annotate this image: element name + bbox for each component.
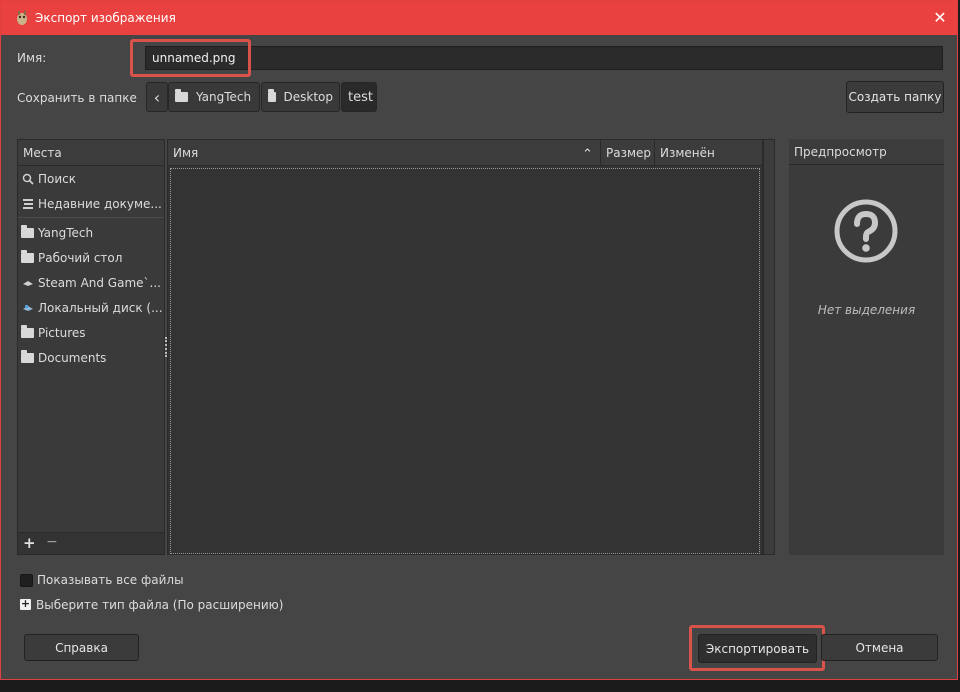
show-all-files-label: Показывать все файлы (37, 573, 184, 587)
folder-icon (268, 89, 276, 102)
create-folder-button[interactable]: Создать папку (846, 81, 944, 113)
question-mark-icon (834, 199, 898, 263)
file-type-label[interactable]: Выберите тип файла (По расширению) (36, 598, 283, 612)
folder-icon (21, 250, 34, 265)
place-label: Pictures (38, 326, 86, 340)
preview-panel: Предпросмотр Нет выделения (789, 139, 944, 555)
places-panel: Места Поиск Недавние докуме... YangTech … (17, 139, 165, 555)
places-separator (18, 217, 164, 218)
save-in-label: Сохранить в папке (17, 91, 137, 105)
place-label: Поиск (38, 172, 77, 186)
title-bar: Экспорт изображения ✕ (1, 1, 957, 35)
place-recent[interactable]: Недавние докуме... (18, 192, 164, 216)
place-label: YangTech (38, 226, 94, 240)
path-crumb-desktop[interactable]: Desktop (261, 82, 340, 112)
column-modified-header[interactable]: Изменён (655, 140, 762, 166)
folder-icon (21, 225, 34, 240)
places-toolbar: + − (18, 532, 164, 554)
place-label: Documents (38, 351, 107, 365)
folder-icon (21, 325, 34, 340)
add-bookmark-button[interactable]: + (23, 534, 36, 552)
column-name-label: Имя (173, 146, 199, 160)
file-list-scrollbar[interactable] (763, 139, 775, 555)
recent-icon (21, 198, 34, 211)
help-button[interactable]: Справка (24, 634, 139, 661)
export-button[interactable]: Экспортировать (698, 634, 817, 663)
places-header: Места (18, 140, 164, 166)
place-label: Steam And Game`... (38, 276, 161, 290)
crumb-label: test (348, 89, 373, 105)
preview-header: Предпросмотр (789, 139, 944, 165)
path-back-button[interactable]: ‹ (146, 82, 168, 112)
drive-icon (21, 277, 34, 290)
path-crumb-yangtech[interactable]: YangTech (168, 82, 260, 112)
column-size-header[interactable]: Размер (601, 140, 654, 166)
filename-input[interactable]: unnamed.png (145, 46, 943, 70)
cancel-button[interactable]: Отмена (821, 634, 938, 661)
place-local-disk[interactable]: Локальный диск (... (18, 296, 164, 320)
background-strip (0, 681, 960, 692)
file-list-area[interactable] (170, 168, 760, 554)
place-search[interactable]: Поиск (18, 167, 164, 191)
name-label: Имя: (17, 51, 47, 65)
place-label: Локальный диск (... (38, 301, 163, 315)
gimp-icon (17, 11, 27, 25)
close-icon[interactable]: ✕ (931, 9, 949, 27)
sort-ascending-icon: ⌃ (582, 147, 593, 162)
local-disk-icon (21, 302, 34, 315)
remove-bookmark-button[interactable]: − (46, 534, 58, 550)
no-selection-text: Нет выделения (817, 303, 916, 317)
place-documents[interactable]: Documents (18, 346, 164, 370)
crumb-label: YangTech (196, 90, 252, 104)
export-image-dialog: Экспорт изображения ✕ Имя: unnamed.png С… (0, 0, 958, 680)
folder-icon (21, 350, 34, 365)
search-icon (21, 173, 34, 186)
place-label: Рабочий стол (38, 251, 123, 265)
path-crumb-test[interactable]: test (341, 82, 377, 112)
place-steam-drive[interactable]: Steam And Game`... (18, 271, 164, 295)
file-list: Имя ⌃ Размер Изменён (167, 139, 763, 555)
show-all-files-checkbox[interactable] (20, 574, 33, 587)
place-label: Недавние докуме... (38, 197, 162, 211)
window-title: Экспорт изображения (35, 11, 176, 25)
folder-icon (175, 89, 188, 102)
file-type-expander[interactable]: + (20, 598, 31, 610)
column-name-header[interactable]: Имя ⌃ (168, 140, 600, 166)
chevron-left-icon: ‹ (153, 87, 161, 107)
crumb-label: Desktop (283, 90, 334, 104)
place-pictures[interactable]: Pictures (18, 321, 164, 345)
place-yangtech[interactable]: YangTech (18, 221, 164, 245)
place-desktop[interactable]: Рабочий стол (18, 246, 164, 270)
